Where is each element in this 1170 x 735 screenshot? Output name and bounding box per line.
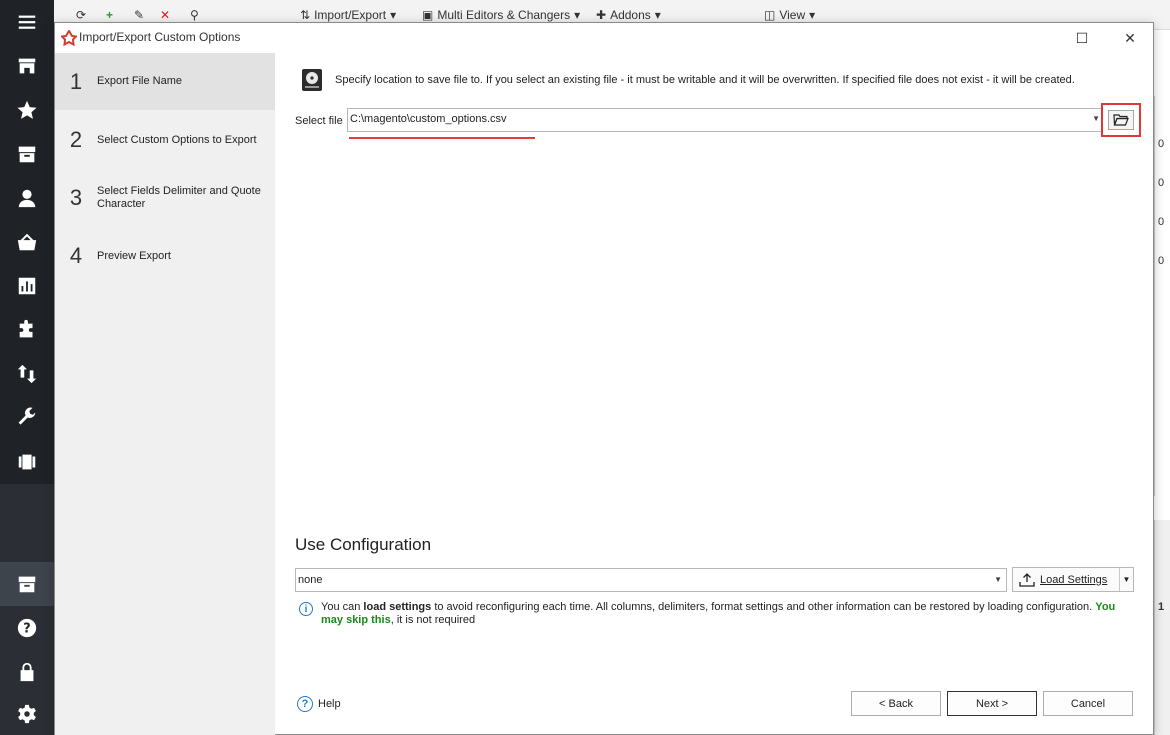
browse-highlight (1101, 103, 1141, 137)
wizard-content: Specify location to save file to. If you… (275, 53, 1153, 734)
lock-icon[interactable] (0, 650, 54, 694)
step-select-delimiter[interactable]: 3 Select Fields Delimiter and Quote Char… (55, 177, 275, 219)
addons-menu[interactable]: ✚ Addons ▾ (596, 8, 661, 22)
info-text: to avoid reconfiguring each time. All co… (431, 601, 1096, 613)
search-icon[interactable]: ⚲ (190, 8, 199, 22)
dialog-titlebar: Import/Export Custom Options ☐ ✕ (55, 23, 1153, 53)
addons-label: Addons (610, 8, 651, 22)
next-label: Next > (975, 697, 1009, 710)
load-settings-dropdown[interactable]: ▼ (1119, 568, 1133, 591)
chevron-down-icon[interactable]: ▼ (1092, 114, 1100, 123)
back-button[interactable]: < Back (851, 691, 941, 716)
next-button[interactable]: Next > (947, 691, 1037, 716)
menu-icon[interactable] (0, 0, 54, 44)
highlight-underline (349, 137, 535, 139)
dialog-title: Import/Export Custom Options (79, 30, 241, 44)
step-label: Preview Export (97, 249, 171, 262)
svg-text:?: ? (23, 622, 30, 637)
store-icon[interactable] (0, 44, 54, 88)
import-export-label: Import/Export (314, 8, 387, 22)
basket-icon[interactable] (0, 220, 54, 264)
load-settings-label: Load Settings (1040, 573, 1108, 586)
view-label: View (779, 8, 806, 22)
configuration-combo[interactable]: none ▼ (295, 568, 1007, 592)
film-icon[interactable] (0, 440, 54, 484)
step-preview-export[interactable]: 4 Preview Export (55, 235, 275, 277)
help-label: Help (318, 698, 341, 710)
step-select-custom-options[interactable]: 2 Select Custom Options to Export (55, 119, 275, 161)
upload-icon (1019, 572, 1035, 587)
file-path-value: C:\magento\custom_options.csv (350, 113, 507, 125)
open-folder-icon (1113, 114, 1129, 126)
cancel-label: Cancel (1070, 697, 1106, 710)
info-icon: i (299, 602, 313, 616)
help-icon: ? (297, 696, 313, 712)
info-text: , it is not required (390, 614, 476, 626)
question-icon[interactable]: ? (0, 606, 54, 650)
inbox-icon[interactable] (0, 132, 54, 176)
configuration-value: none (298, 574, 323, 586)
info-bold: load settings (363, 601, 432, 613)
grid-cell: 0 (1158, 216, 1165, 228)
multi-editors-label: Multi Editors & Changers (437, 8, 571, 22)
maximize-button[interactable]: ☐ (1067, 27, 1097, 49)
step-label: Select Custom Options to Export (97, 133, 257, 146)
close-button[interactable]: ✕ (1115, 27, 1145, 49)
chart-icon[interactable] (0, 264, 54, 308)
browse-button[interactable] (1108, 110, 1134, 130)
step-number: 4 (69, 243, 83, 268)
grid-cell: 0 (1158, 177, 1165, 189)
grid-cell: 1 (1158, 601, 1165, 613)
step-label: Export File Name (97, 75, 182, 87)
view-menu[interactable]: ◫ View ▾ (764, 8, 815, 22)
multi-editors-menu[interactable]: ▣ Multi Editors & Changers ▾ (422, 8, 580, 22)
hint-text: Specify location to save file to. If you… (335, 74, 1075, 86)
step-label: Select Fields Delimiter and Quote Charac… (97, 185, 261, 210)
import-export-menu[interactable]: ⇅ Import/Export ▾ (300, 8, 396, 22)
chevron-down-icon[interactable]: ▼ (994, 575, 1002, 584)
app-sidebar: ? (0, 0, 54, 735)
step-number: 1 (69, 68, 83, 94)
transfer-icon[interactable] (0, 352, 54, 396)
file-path-combo[interactable]: C:\magento\custom_options.csv ▼ (347, 108, 1103, 132)
info-text: You can (321, 601, 364, 613)
step-export-file-name[interactable]: 1 Export File Name (55, 53, 275, 110)
help-link[interactable]: ? Help (297, 696, 341, 712)
back-label: < Back (879, 697, 913, 710)
wrench-icon[interactable] (0, 396, 54, 440)
background-strip (1154, 520, 1170, 735)
cancel-button[interactable]: Cancel (1043, 691, 1133, 716)
puzzle-icon[interactable] (0, 308, 54, 352)
archive-icon[interactable] (0, 562, 54, 606)
load-settings-button[interactable]: Load Settings ▼ (1012, 567, 1134, 592)
star-icon[interactable] (0, 88, 54, 132)
gear-icon[interactable] (0, 692, 54, 735)
info-message: i You can load settings to avoid reconfi… (299, 601, 1119, 627)
user-icon[interactable] (0, 176, 54, 220)
export-dialog: Import/Export Custom Options ☐ ✕ 1 Expor… (54, 22, 1154, 735)
delete-icon[interactable]: ✕ (160, 8, 170, 22)
hint-row: Specify location to save file to. If you… (299, 67, 1075, 93)
add-icon[interactable]: + (106, 8, 113, 22)
grid-cell: 0 (1158, 138, 1165, 150)
grid-cell: 0 (1158, 255, 1165, 267)
step-number: 3 (69, 185, 83, 210)
hard-disk-icon (302, 69, 322, 91)
select-file-label: Select file (295, 115, 343, 127)
app-logo-icon (61, 30, 77, 46)
wizard-steps: 1 Export File Name 2 Select Custom Optio… (55, 53, 275, 735)
refresh-icon[interactable]: ⟳ (76, 8, 86, 22)
step-number: 2 (69, 127, 83, 152)
use-configuration-heading: Use Configuration (295, 535, 432, 554)
edit-icon[interactable]: ✎ (134, 8, 144, 22)
background-grid (1154, 96, 1170, 496)
